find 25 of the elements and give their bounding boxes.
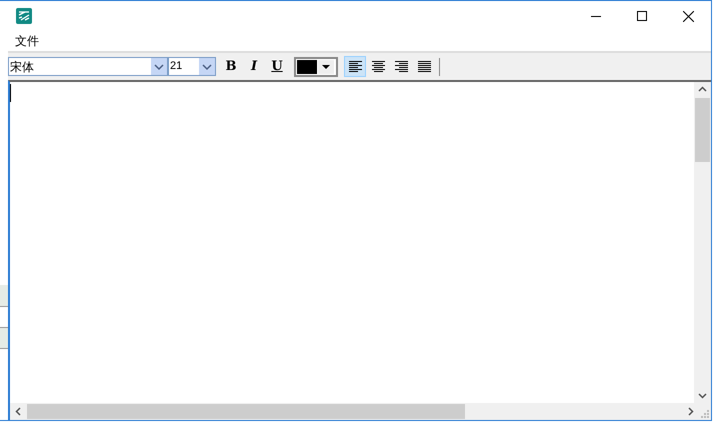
italic-button[interactable]: I [243, 56, 265, 78]
scroll-thumb[interactable] [27, 404, 465, 419]
font-dropdown[interactable]: 宋体 [8, 57, 168, 76]
align-center-icon [372, 60, 384, 72]
scroll-left-icon[interactable] [15, 407, 21, 416]
size-dropdown[interactable]: 21 [168, 57, 216, 76]
color-picker[interactable] [294, 56, 338, 76]
vertical-scrollbar[interactable] [694, 82, 711, 403]
bold-button[interactable]: B [220, 56, 242, 78]
align-left-button[interactable] [344, 56, 366, 77]
menu-item[interactable]: 文件 [8, 32, 46, 50]
app-icon [16, 8, 32, 24]
scroll-down-icon[interactable] [698, 393, 707, 399]
align-right-icon [394, 60, 408, 72]
align-justify-icon [418, 60, 430, 72]
underline-button[interactable]: U [266, 56, 288, 78]
scroll-up-icon[interactable] [698, 86, 707, 92]
text-cursor [10, 84, 11, 102]
caret-icon [318, 60, 334, 74]
maximize-icon [637, 11, 647, 21]
scroll-right-icon[interactable] [688, 407, 694, 416]
scroll-thumb[interactable] [695, 98, 710, 162]
align-left-icon [348, 60, 362, 72]
resize-grip-icon[interactable] [699, 408, 709, 418]
close-icon [682, 10, 694, 22]
